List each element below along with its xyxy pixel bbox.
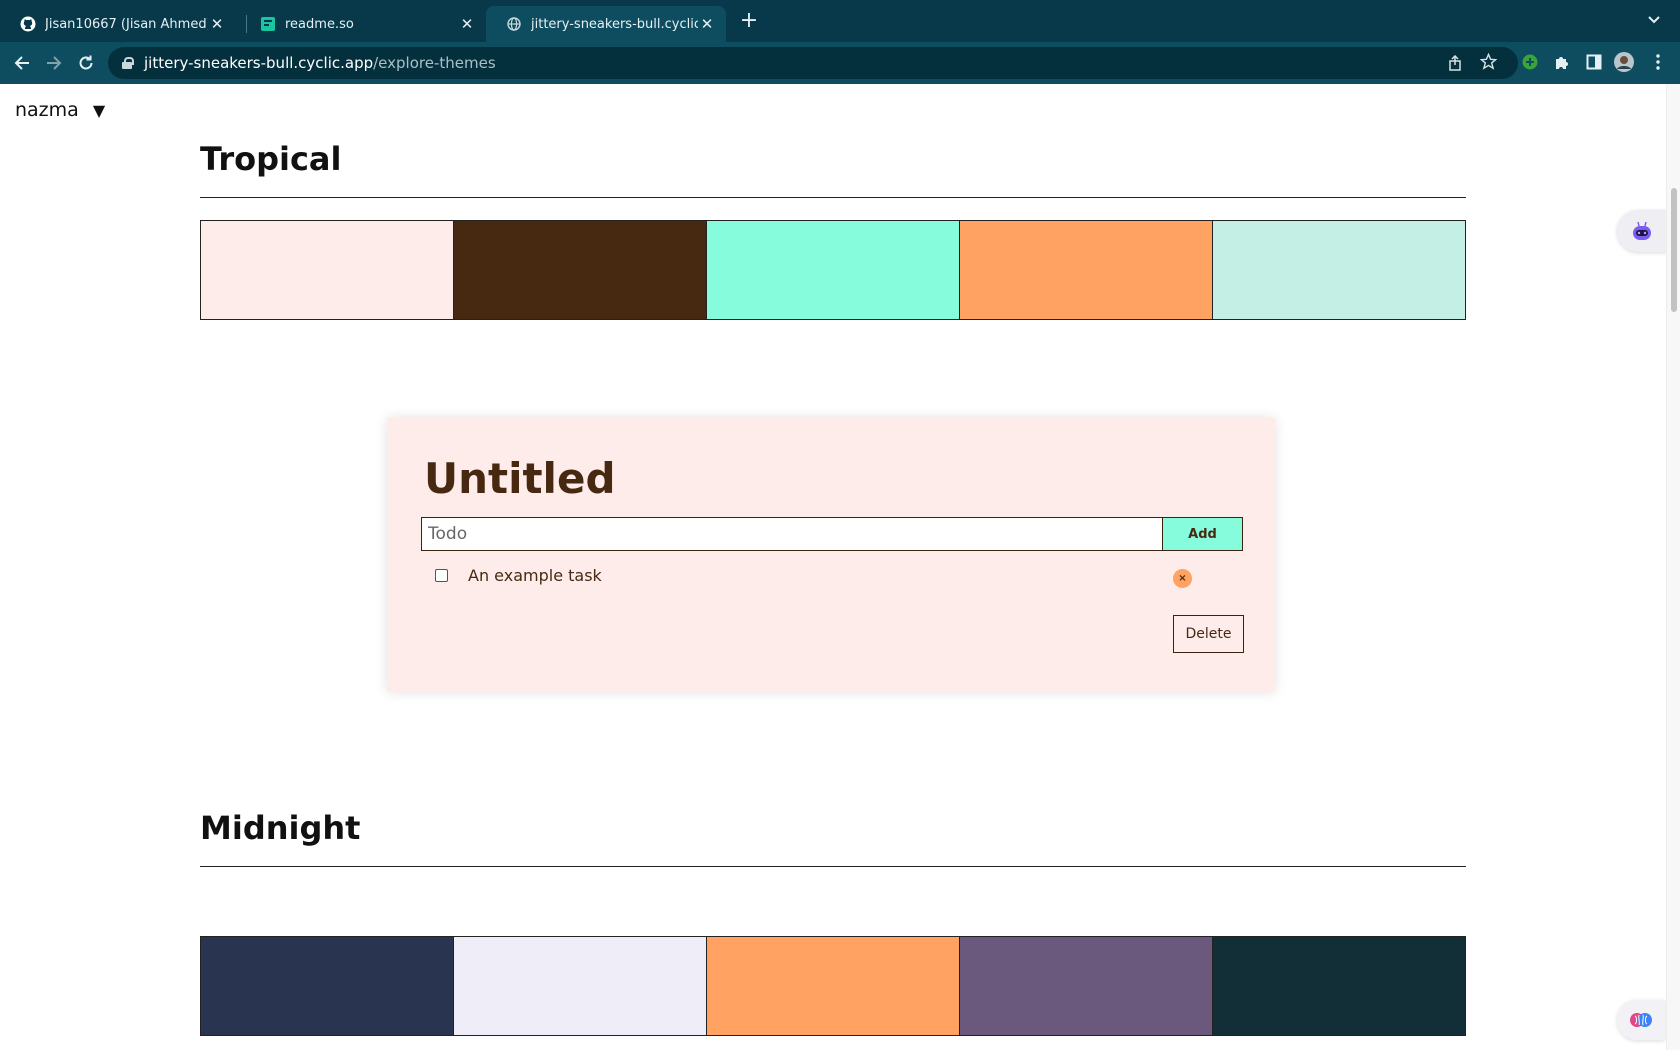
tab-search-chevron-icon[interactable] (1647, 13, 1661, 29)
readme-so-icon (260, 16, 276, 32)
browser-tab-bar: Jisan10667 (Jisan Ahmed) ✕ readme.so ✕ j… (0, 0, 1680, 42)
remove-task-button[interactable]: × (1173, 569, 1192, 588)
tab-github[interactable]: Jisan10667 (Jisan Ahmed) ✕ (0, 6, 236, 42)
forward-arrow-icon[interactable] (42, 51, 66, 75)
theme-swatches-midnight[interactable] (200, 936, 1466, 1036)
share-icon[interactable] (1448, 54, 1462, 75)
profile-avatar[interactable] (1613, 51, 1635, 73)
github-icon (20, 16, 36, 32)
delete-button[interactable]: Delete (1173, 615, 1244, 653)
color-swatch (960, 221, 1213, 319)
url-path: /explore-themes (373, 54, 496, 72)
list-title: Untitled (424, 454, 616, 503)
color-swatch (454, 937, 707, 1035)
color-swatch (707, 937, 960, 1035)
reload-icon[interactable] (74, 51, 98, 75)
extension-green-icon[interactable] (1519, 51, 1541, 73)
extensions-puzzle-icon[interactable] (1551, 51, 1573, 73)
scrollbar-thumb[interactable] (1671, 188, 1677, 312)
theme-preview-card: Untitled Add An example task × Delete (387, 418, 1275, 692)
close-tab-icon[interactable]: ✕ (698, 15, 716, 33)
theme-title-tropical: Tropical (200, 140, 342, 178)
tab-readme-so[interactable]: readme.so ✕ (240, 6, 486, 42)
browser-toolbar: jittery-sneakers-bull.cyclic.app/explore… (0, 42, 1680, 84)
color-swatch (960, 937, 1213, 1035)
tab-title: jittery-sneakers-bull.cyclic.app (531, 16, 698, 32)
user-menu[interactable]: nazma ▼ (15, 99, 105, 121)
theme-divider (200, 197, 1466, 198)
tab-active-app[interactable]: jittery-sneakers-bull.cyclic.app ✕ (486, 6, 726, 42)
close-tab-icon[interactable]: ✕ (458, 15, 476, 33)
task-label: An example task (468, 565, 602, 585)
color-swatch (1213, 937, 1465, 1035)
color-swatch (454, 221, 707, 319)
page-scrollbar[interactable] (1666, 84, 1680, 1050)
color-swatch (201, 221, 454, 319)
side-panel-icon[interactable] (1583, 51, 1605, 73)
color-swatch (201, 937, 454, 1035)
close-tab-icon[interactable]: ✕ (208, 15, 226, 33)
bookmark-star-icon[interactable] (1479, 52, 1498, 74)
tab-title: readme.so (285, 16, 354, 32)
back-arrow-icon[interactable] (10, 51, 34, 75)
todo-input[interactable] (421, 517, 1163, 551)
user-name: nazma (15, 99, 79, 121)
add-button[interactable]: Add (1162, 517, 1243, 551)
globe-icon (506, 16, 522, 32)
new-tab-button[interactable]: + (738, 10, 760, 33)
caret-down-icon: ▼ (92, 100, 106, 120)
url-host: jittery-sneakers-bull.cyclic.app (144, 54, 374, 72)
brain-extension-icon[interactable] (1617, 1000, 1665, 1040)
page-content: nazma ▼ Tropical Untitled Add An example… (0, 84, 1680, 1050)
browser-menu-icon[interactable] (1647, 51, 1669, 73)
assistant-robot-icon[interactable] (1617, 210, 1667, 252)
lock-icon[interactable] (122, 57, 134, 69)
color-swatch (707, 221, 960, 319)
address-bar[interactable]: jittery-sneakers-bull.cyclic.app/explore… (108, 47, 1518, 79)
theme-swatches-tropical[interactable] (200, 220, 1466, 320)
color-swatch (1213, 221, 1465, 319)
tab-title: Jisan10667 (Jisan Ahmed) (45, 16, 208, 32)
theme-divider (200, 866, 1466, 867)
theme-title-midnight: Midnight (200, 809, 361, 847)
list-item: An example task (435, 562, 1215, 588)
task-checkbox[interactable] (435, 568, 448, 582)
